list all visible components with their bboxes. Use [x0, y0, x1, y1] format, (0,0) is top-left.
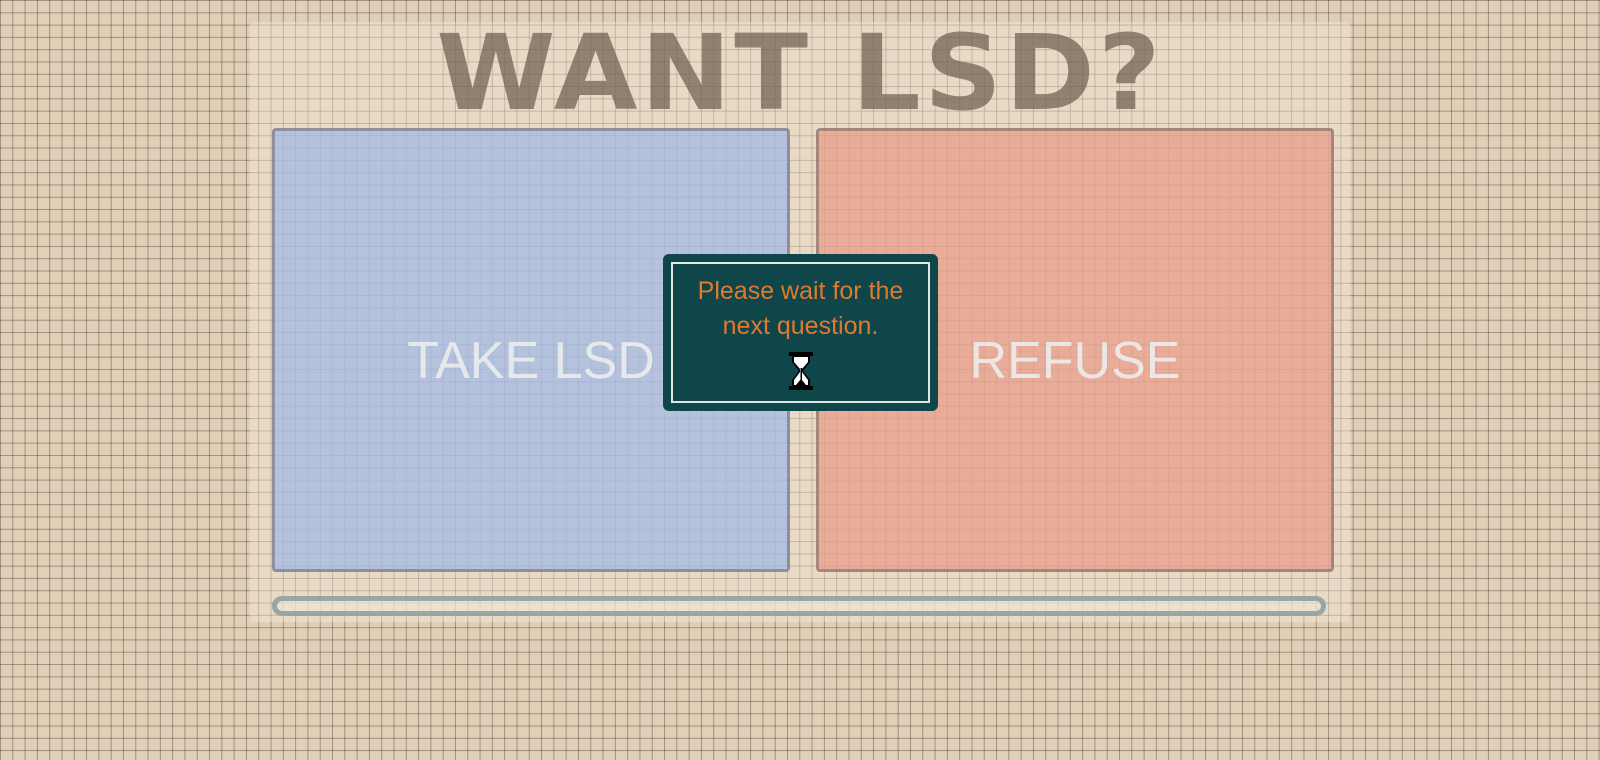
progress-bar [272, 596, 1326, 616]
wait-message: Please wait for the next question. [697, 277, 904, 340]
wait-modal-frame: Please wait for the next question. [671, 262, 930, 403]
wait-modal: Please wait for the next question. [663, 254, 938, 411]
hourglass-icon [788, 352, 813, 390]
question-title: WANT LSD? [436, 12, 1164, 134]
refuse-label: REFUSE [969, 332, 1181, 390]
take-lsd-label: TAKE LSD [407, 332, 655, 390]
